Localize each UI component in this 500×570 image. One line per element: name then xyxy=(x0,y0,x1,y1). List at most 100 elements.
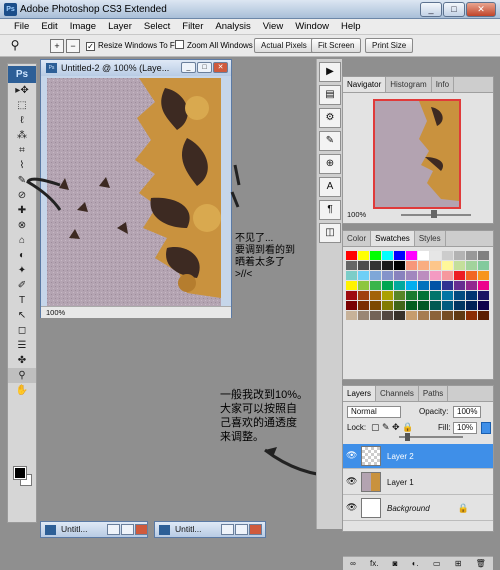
navigator-zoom-slider[interactable] xyxy=(401,210,471,218)
color-swatch[interactable] xyxy=(418,271,429,280)
color-swatch[interactable] xyxy=(382,271,393,280)
layer-name[interactable]: Background xyxy=(387,504,430,513)
color-swatch[interactable] xyxy=(394,271,405,280)
maximize-button[interactable] xyxy=(235,524,248,535)
close-button[interactable] xyxy=(249,524,262,535)
color-swatch[interactable] xyxy=(442,281,453,290)
tab-navigator[interactable]: Navigator xyxy=(343,77,387,92)
swatch-grid[interactable] xyxy=(346,251,489,320)
color-swatch[interactable] xyxy=(442,271,453,280)
color-swatch[interactable] xyxy=(346,261,357,270)
color-swatch[interactable] xyxy=(454,251,465,260)
color-swatch[interactable] xyxy=(406,251,417,260)
color-swatch[interactable] xyxy=(406,291,417,300)
color-swatch[interactable] xyxy=(442,261,453,270)
color-swatch[interactable] xyxy=(430,281,441,290)
opacity-field[interactable]: 100% xyxy=(453,406,481,418)
color-swatch[interactable] xyxy=(478,261,489,270)
layer-row-layer-2[interactable]: 👁 Layer 2 xyxy=(343,444,493,469)
color-swatch[interactable] xyxy=(430,271,441,280)
navigator-zoom-value[interactable]: 100% xyxy=(347,210,366,219)
color-swatch[interactable] xyxy=(382,301,393,310)
color-swatch[interactable] xyxy=(454,281,465,290)
color-swatch[interactable] xyxy=(370,311,381,320)
color-swatch[interactable] xyxy=(478,251,489,260)
color-swatch[interactable] xyxy=(442,301,453,310)
layer-row-background[interactable]: 👁 Background 🔒 xyxy=(343,496,493,521)
tab-color[interactable]: Color xyxy=(343,231,372,246)
color-swatch[interactable] xyxy=(358,291,369,300)
visibility-eye-icon[interactable]: 👁 xyxy=(346,450,357,461)
color-swatch[interactable] xyxy=(370,271,381,280)
color-swatch[interactable] xyxy=(358,251,369,260)
color-swatch[interactable] xyxy=(382,281,393,290)
color-swatch[interactable] xyxy=(406,271,417,280)
color-swatch[interactable] xyxy=(430,301,441,310)
color-swatch[interactable] xyxy=(358,271,369,280)
character-panel-icon[interactable]: A xyxy=(319,177,341,197)
color-swatch[interactable] xyxy=(430,291,441,300)
color-swatch[interactable] xyxy=(478,301,489,310)
navigator-preview[interactable] xyxy=(373,99,461,209)
color-swatch[interactable] xyxy=(394,261,405,270)
actions-panel-icon[interactable]: ▤ xyxy=(319,85,341,105)
color-swatch[interactable] xyxy=(454,291,465,300)
color-swatch[interactable] xyxy=(346,301,357,310)
color-swatch[interactable] xyxy=(454,301,465,310)
color-swatch[interactable] xyxy=(418,311,429,320)
color-swatch[interactable] xyxy=(406,261,417,270)
restore-button[interactable] xyxy=(221,524,234,535)
color-swatch[interactable] xyxy=(358,281,369,290)
tab-styles[interactable]: Styles xyxy=(415,231,446,246)
close-button[interactable] xyxy=(135,524,148,535)
color-swatch[interactable] xyxy=(346,311,357,320)
minimized-window-1[interactable]: Untitl... xyxy=(40,521,148,538)
color-swatch[interactable] xyxy=(466,261,477,270)
brushes-panel-icon[interactable]: ✎ xyxy=(319,131,341,151)
color-swatch[interactable] xyxy=(418,281,429,290)
color-swatch[interactable] xyxy=(346,291,357,300)
color-swatch[interactable] xyxy=(454,311,465,320)
fill-dropdown-button[interactable] xyxy=(481,422,491,434)
tab-layers[interactable]: Layers xyxy=(343,386,377,401)
color-swatch[interactable] xyxy=(418,291,429,300)
color-swatch[interactable] xyxy=(466,301,477,310)
clone-source-icon[interactable]: ⊕ xyxy=(319,154,341,174)
color-swatch[interactable] xyxy=(370,291,381,300)
layer-style-icon[interactable]: fx. xyxy=(370,557,378,570)
color-swatch[interactable] xyxy=(394,301,405,310)
color-swatch[interactable] xyxy=(346,271,357,280)
color-swatch[interactable] xyxy=(430,261,441,270)
color-swatch[interactable] xyxy=(382,291,393,300)
color-swatch[interactable] xyxy=(442,251,453,260)
fill-field[interactable]: 10% xyxy=(453,422,477,434)
tab-info[interactable]: Info xyxy=(432,77,455,92)
tab-channels[interactable]: Channels xyxy=(376,386,419,401)
color-swatch[interactable] xyxy=(418,251,429,260)
layer-name[interactable]: Layer 1 xyxy=(387,478,414,487)
color-swatch[interactable] xyxy=(442,311,453,320)
color-swatch[interactable] xyxy=(358,301,369,310)
trash-icon[interactable]: 🗑 xyxy=(476,557,486,570)
fill-slider[interactable] xyxy=(399,433,463,441)
color-swatch[interactable] xyxy=(370,261,381,270)
paragraph-panel-icon[interactable]: ¶ xyxy=(319,200,341,220)
fill-slider-knob[interactable] xyxy=(405,433,410,441)
tab-swatches[interactable]: Swatches xyxy=(371,231,415,246)
visibility-eye-icon[interactable]: 👁 xyxy=(346,502,357,513)
tab-paths[interactable]: Paths xyxy=(419,386,449,401)
maximize-button[interactable] xyxy=(121,524,134,535)
color-swatch[interactable] xyxy=(466,311,477,320)
lock-icons[interactable]: ▢ ✎ ✥ 🔒 xyxy=(371,422,413,433)
color-swatch[interactable] xyxy=(478,281,489,290)
slider-knob[interactable] xyxy=(431,210,437,218)
color-swatch[interactable] xyxy=(370,251,381,260)
color-swatch[interactable] xyxy=(466,281,477,290)
color-swatch[interactable] xyxy=(406,281,417,290)
color-swatch[interactable] xyxy=(358,311,369,320)
new-group-icon[interactable]: ▭ xyxy=(433,557,441,570)
tool-presets-icon[interactable]: ⚙ xyxy=(319,108,341,128)
blend-mode-select[interactable]: Normal xyxy=(347,406,401,418)
adjustment-layer-icon[interactable]: ◐. xyxy=(412,557,419,570)
history-panel-icon[interactable]: ▶ xyxy=(319,62,341,82)
